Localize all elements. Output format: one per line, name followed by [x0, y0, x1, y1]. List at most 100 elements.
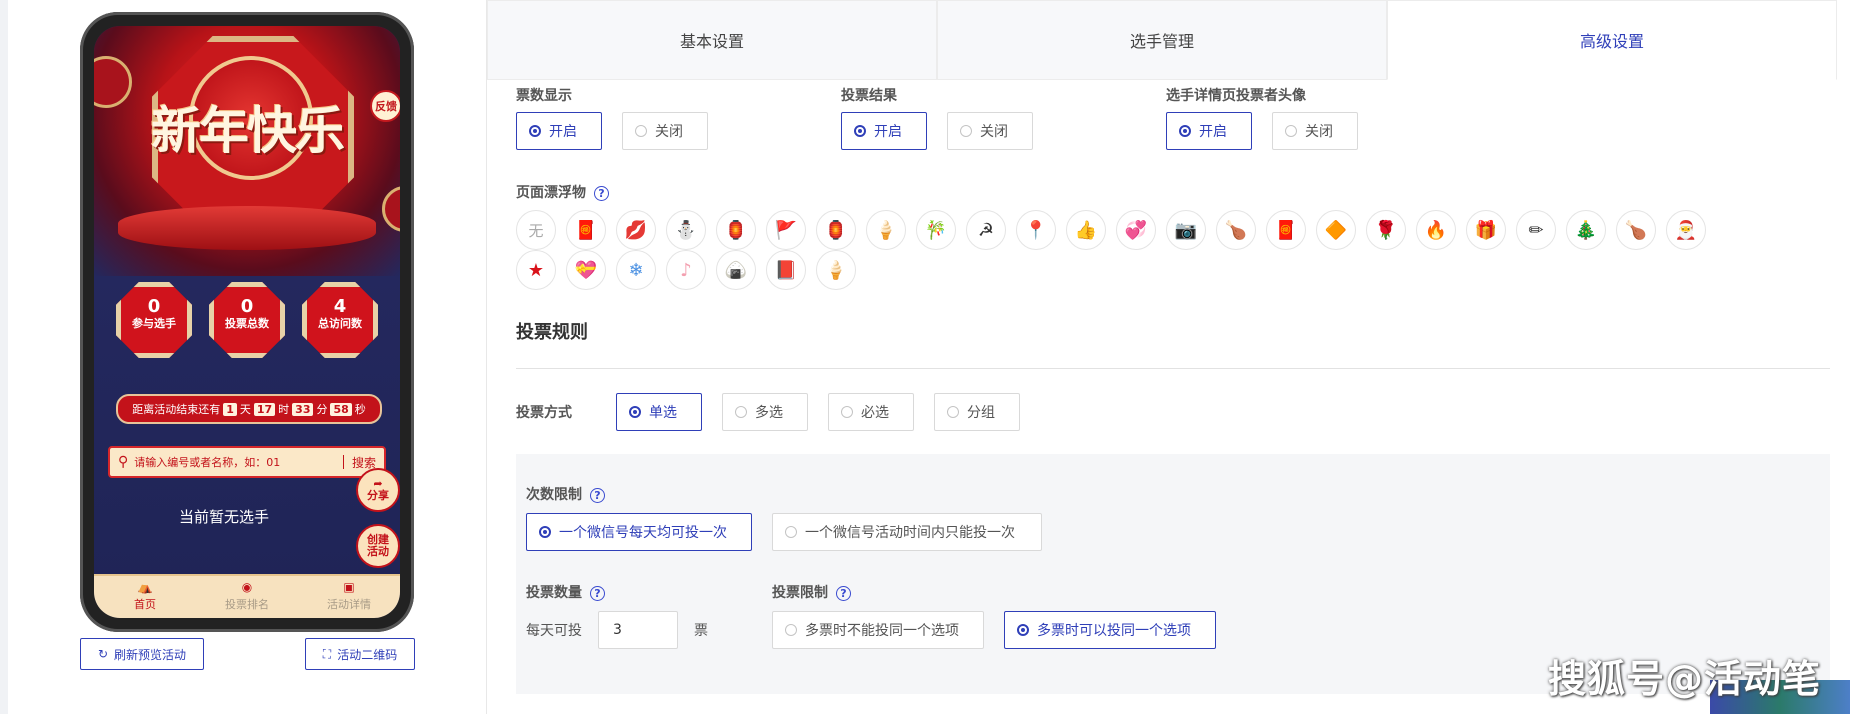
voter-avatar-on[interactable]: 开启	[1166, 112, 1252, 150]
vote-count-display-on[interactable]: 开启	[516, 112, 602, 150]
float-icon-option[interactable]: 🧧	[566, 210, 606, 250]
per-day-label: 每天可投	[526, 623, 582, 639]
float-icon-option[interactable]: 🔥	[1416, 210, 1456, 250]
float-icons-row-2: ★ 💝 ❄ ♪ 🍙 📕 🍦	[516, 250, 856, 290]
voter-avatar-label: 选手详情页投票者头像	[1166, 88, 1306, 104]
float-icon-option[interactable]: ★	[516, 250, 556, 290]
hero-banner: 新年快乐 反馈	[94, 26, 400, 276]
search-input[interactable]: 请输入编号或者名称，如：01	[134, 454, 335, 470]
float-icon-option[interactable]: 🧧	[1266, 210, 1306, 250]
feedback-button[interactable]: 反馈	[370, 90, 400, 122]
stat-label: 总访问数	[318, 317, 362, 330]
vote-result-label: 投票结果	[841, 88, 897, 104]
radio-dot	[960, 125, 972, 137]
share-button[interactable]: ➦ 分享	[356, 468, 400, 512]
radio-label: 一个微信号每天均可投一次	[559, 525, 727, 541]
votes-per-day-input[interactable]: 3	[598, 611, 678, 649]
detail-icon: ▣	[343, 580, 355, 594]
vote-limit-allow-same[interactable]: 多票时可以投同一个选项	[1004, 611, 1216, 649]
count-limit-daily[interactable]: 一个微信号每天均可投一次	[526, 513, 752, 551]
float-icon-option[interactable]: 📍	[1016, 210, 1056, 250]
float-icon-option[interactable]: 📷	[1166, 210, 1206, 250]
float-icon-option[interactable]: 🎋	[916, 210, 956, 250]
float-icon-option[interactable]: 🏮	[816, 210, 856, 250]
vote-mode-required[interactable]: 必选	[828, 393, 914, 431]
fan-decoration	[94, 56, 132, 108]
hero-title: 新年快乐	[151, 101, 345, 160]
help-icon[interactable]: ?	[836, 585, 851, 601]
help-icon[interactable]: ?	[594, 185, 609, 201]
radio-label: 多票时可以投同一个选项	[1037, 623, 1191, 639]
float-icon-option[interactable]: 🍗	[1216, 210, 1256, 250]
float-icon-option[interactable]: 🍗	[1616, 210, 1656, 250]
float-icon-option[interactable]: 🍦	[816, 250, 856, 290]
vote-limit-label-text: 投票限制	[772, 585, 828, 601]
float-icon-option[interactable]: 🎅	[1666, 210, 1706, 250]
float-icon-option[interactable]: ♪	[666, 250, 706, 290]
float-icon-option[interactable]: 🔶	[1316, 210, 1356, 250]
vote-count-display-label: 票数显示	[516, 88, 572, 104]
float-icon-option[interactable]: 💋	[616, 210, 656, 250]
radio-label: 关闭	[980, 124, 1008, 140]
float-icon-option[interactable]: 🎁	[1466, 210, 1506, 250]
radio-dot	[785, 526, 797, 538]
empty-state-text: 当前暂无选手	[178, 508, 269, 526]
radio-dot	[629, 406, 641, 418]
float-icon-option[interactable]: 👍	[1066, 210, 1106, 250]
activity-qrcode-button[interactable]: ⛶ 活动二维码	[305, 638, 415, 670]
voter-avatar-off[interactable]: 关闭	[1272, 112, 1358, 150]
float-icon-option[interactable]: ⛄	[666, 210, 706, 250]
stat-value: 0	[147, 296, 161, 317]
float-icon-option[interactable]: ✏	[1516, 210, 1556, 250]
share-label: 分享	[367, 489, 389, 502]
vote-result-off[interactable]: 关闭	[947, 112, 1033, 150]
float-icon-option[interactable]: 🚩	[766, 210, 806, 250]
radio-dot	[529, 125, 541, 137]
float-icon-option[interactable]: 🏮	[716, 210, 756, 250]
radio-label: 开启	[549, 124, 577, 140]
radio-dot	[539, 526, 551, 538]
radio-dot	[1179, 125, 1191, 137]
vote-mode-group[interactable]: 分组	[934, 393, 1020, 431]
vote-count-display-off[interactable]: 关闭	[622, 112, 708, 150]
vote-result-on[interactable]: 开启	[841, 112, 927, 150]
float-icon-option[interactable]: 🎄	[1566, 210, 1606, 250]
phone-screen: 新年快乐 反馈 0 参与选手 0 投票总数 4 总访问数 距离活动结束还有 1 …	[94, 26, 400, 618]
help-icon[interactable]: ?	[590, 487, 605, 503]
vote-limit-no-same[interactable]: 多票时不能投同一个选项	[772, 611, 984, 649]
watermark-text: 搜狐号@活动笔	[1548, 657, 1822, 701]
radio-label: 关闭	[655, 124, 683, 140]
float-icon-option[interactable]: 💝	[566, 250, 606, 290]
phone-search-bar[interactable]: ⚲ 请输入编号或者名称，如：01 搜索	[108, 446, 386, 478]
vote-mode-label: 投票方式	[516, 405, 572, 421]
phone-frame: 新年快乐 反馈 0 参与选手 0 投票总数 4 总访问数 距离活动结束还有 1 …	[80, 12, 414, 632]
float-icon-option[interactable]: 💞	[1116, 210, 1156, 250]
tabbar-item-ranking[interactable]: ◉ 投票排名	[196, 576, 298, 618]
float-icon-option[interactable]: 📕	[766, 250, 806, 290]
float-icon-option[interactable]: ☭	[966, 210, 1006, 250]
count-limit-once[interactable]: 一个微信号活动时间内只能投一次	[772, 513, 1042, 551]
rules-section-title: 投票规则	[516, 322, 588, 343]
stat-value: 4	[333, 296, 347, 317]
radio-label: 多票时不能投同一个选项	[805, 623, 959, 639]
float-icon-option[interactable]: 🍦	[866, 210, 906, 250]
float-icon-option[interactable]: ❄	[616, 250, 656, 290]
tabbar-item-detail[interactable]: ▣ 活动详情	[298, 576, 400, 618]
vote-limit-label: 投票限制?	[772, 582, 851, 602]
countdown-seconds: 58	[330, 402, 352, 416]
votes-unit-label: 票	[694, 623, 708, 639]
refresh-preview-button[interactable]: ↻ 刷新预览活动	[80, 638, 204, 670]
stat-participants: 0 参与选手	[116, 282, 192, 358]
create-activity-button[interactable]: 创建 活动	[356, 524, 400, 568]
divider	[342, 455, 344, 469]
vote-mode-multi[interactable]: 多选	[722, 393, 808, 431]
tabbar-item-home[interactable]: ⛺ 首页	[94, 576, 196, 618]
vote-mode-single[interactable]: 单选	[616, 393, 702, 431]
help-icon[interactable]: ?	[590, 585, 605, 601]
section-divider	[516, 368, 1830, 369]
float-icon-option[interactable]: 🍙	[716, 250, 756, 290]
stat-label: 参与选手	[132, 317, 176, 330]
radio-dot	[1285, 125, 1297, 137]
float-icon-option[interactable]: 🌹	[1366, 210, 1406, 250]
float-none-option[interactable]: 无	[516, 210, 556, 250]
